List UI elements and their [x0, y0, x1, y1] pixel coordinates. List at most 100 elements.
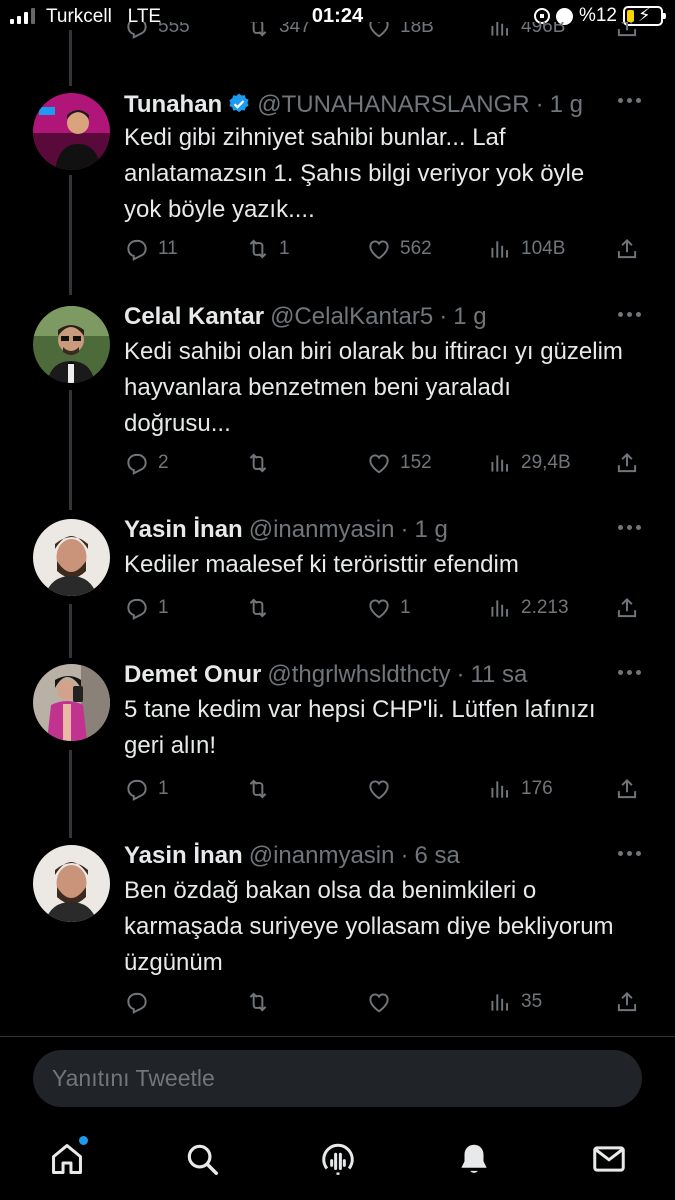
reply-button[interactable]: 2: [124, 448, 169, 478]
timestamp[interactable]: 1 g: [550, 90, 583, 120]
more-options-icon[interactable]: [618, 98, 641, 103]
thread-line: [69, 175, 72, 295]
thread-line: [69, 30, 72, 86]
nav-spaces[interactable]: [319, 1140, 357, 1178]
share-icon: [617, 778, 637, 799]
views-button[interactable]: 176: [487, 774, 553, 804]
more-options-icon[interactable]: [618, 670, 641, 675]
heart-icon: [369, 22, 389, 38]
retweet-count: 1: [279, 238, 290, 259]
retweet-icon: [249, 598, 267, 618]
nav-notifications[interactable]: [455, 1140, 493, 1178]
display-name[interactable]: Yasin İnan: [124, 841, 243, 871]
retweet-icon: [249, 239, 267, 259]
retweet-button[interactable]: 1: [245, 234, 290, 264]
heart-icon: [369, 240, 389, 260]
like-button[interactable]: [366, 987, 400, 1017]
share-icon: [617, 22, 637, 37]
more-options-icon[interactable]: [618, 851, 641, 856]
tweet-actions: 2 152 29,4B: [124, 448, 644, 478]
display-name[interactable]: Celal Kantar: [124, 302, 264, 332]
avatar[interactable]: [33, 845, 110, 922]
nav-search[interactable]: [183, 1140, 221, 1178]
views-icon: [491, 994, 509, 1011]
more-options-icon[interactable]: [618, 525, 641, 530]
avatar[interactable]: [33, 519, 110, 596]
retweet-button[interactable]: [245, 448, 279, 478]
reply-icon: [127, 598, 147, 620]
timestamp[interactable]: 1 g: [453, 302, 486, 332]
views-button[interactable]: 104B: [487, 234, 565, 264]
verified-badge-icon: [227, 92, 251, 116]
timestamp[interactable]: 6 sa: [414, 841, 459, 871]
nav-messages[interactable]: [590, 1140, 628, 1178]
separator-dot: ·: [439, 303, 448, 330]
retweet-button[interactable]: 347: [245, 22, 311, 42]
timestamp[interactable]: 1 g: [414, 515, 447, 545]
reply-button[interactable]: [124, 987, 158, 1017]
thread-line: [69, 750, 72, 838]
username[interactable]: @inanmyasin: [249, 515, 395, 545]
like-button[interactable]: 18B: [366, 22, 434, 42]
username[interactable]: @thgrlwhsldthcty: [267, 660, 450, 690]
like-count: 152: [400, 452, 432, 473]
share-button[interactable]: [614, 448, 640, 478]
display-name[interactable]: Tunahan: [124, 90, 222, 120]
tweet-text: Ben özdağ bakan olsa da benimkileri o ka…: [124, 877, 614, 976]
retweet-icon: [249, 453, 267, 473]
username[interactable]: @TUNAHANARSLANGR: [257, 90, 529, 120]
reply-icon: [127, 992, 147, 1014]
reply-button[interactable]: 1: [124, 774, 169, 804]
avatar[interactable]: [33, 93, 110, 170]
separator-dot: ·: [400, 516, 409, 543]
retweet-button[interactable]: [245, 774, 279, 804]
tweet-header: Celal Kantar @CelalKantar5 · 1 g: [124, 302, 487, 332]
tweet-actions: 11 1 562 104B: [124, 234, 644, 264]
views-button[interactable]: 29,4B: [487, 448, 571, 478]
share-button[interactable]: [614, 774, 640, 804]
views-button[interactable]: 2.213: [487, 593, 569, 623]
share-button[interactable]: [614, 234, 640, 264]
display-name[interactable]: Demet Onur: [124, 660, 261, 690]
retweet-button[interactable]: [245, 593, 279, 623]
heart-icon: [369, 780, 389, 800]
like-button[interactable]: [366, 774, 400, 804]
username[interactable]: @CelalKantar5: [270, 302, 433, 332]
tweet-actions: 1 1 2.213: [124, 593, 644, 623]
more-options-icon[interactable]: [618, 312, 641, 317]
views-button[interactable]: 496B: [487, 22, 565, 42]
retweet-button[interactable]: [245, 987, 279, 1017]
reply-count: 555: [158, 22, 190, 37]
like-button[interactable]: 152: [366, 448, 432, 478]
views-icon: [491, 22, 509, 36]
tweet-header: Yasin İnan @inanmyasin · 1 g: [124, 515, 448, 545]
display-name[interactable]: Yasin İnan: [124, 515, 243, 545]
tweet-text: 5 tane kedim var hepsi CHP'li. Lütfen la…: [124, 696, 596, 759]
reply-button[interactable]: 555: [124, 22, 190, 42]
reply-icon: [127, 239, 147, 261]
reply-input[interactable]: Yanıtını Tweetle: [33, 1050, 642, 1107]
views-icon: [491, 241, 509, 258]
reply-count: 11: [158, 238, 178, 259]
share-button[interactable]: [614, 987, 640, 1017]
like-button[interactable]: 1: [366, 593, 411, 623]
reply-count: 1: [158, 597, 169, 618]
like-button[interactable]: 562: [366, 234, 432, 264]
divider: [0, 1036, 675, 1037]
share-button[interactable]: [614, 22, 640, 42]
views-count: 29,4B: [521, 452, 571, 473]
timestamp[interactable]: 11 sa: [470, 660, 527, 690]
separator-dot: ·: [456, 661, 465, 688]
avatar[interactable]: [33, 664, 110, 741]
reply-button[interactable]: 1: [124, 593, 169, 623]
views-button[interactable]: 35: [487, 987, 542, 1017]
views-count: 2.213: [521, 597, 569, 618]
share-icon: [617, 452, 637, 473]
avatar[interactable]: [33, 306, 110, 383]
username[interactable]: @inanmyasin: [249, 841, 395, 871]
reply-button[interactable]: 11: [124, 234, 178, 264]
share-button[interactable]: [614, 593, 640, 623]
tweet-actions: 1 176: [124, 774, 644, 804]
previous-tweet-actions: 555 347 18B 496B: [124, 22, 644, 52]
nav-home[interactable]: [48, 1136, 88, 1178]
